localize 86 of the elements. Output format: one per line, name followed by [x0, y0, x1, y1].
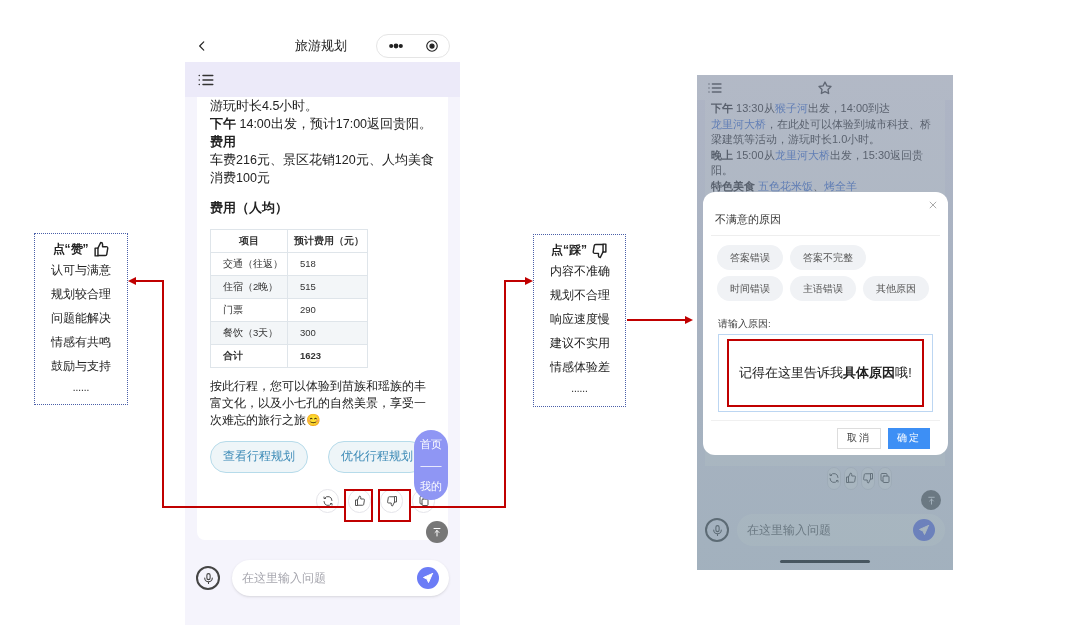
- table-cell: 住宿（2晚）: [210, 275, 288, 299]
- thumbs-up-icon: [353, 495, 366, 507]
- scroll-top-button[interactable]: [426, 521, 448, 543]
- reason-chip[interactable]: 答案错误: [717, 244, 783, 270]
- answer-text: 晚上 15:00从龙里河大桥出发，15:30返回贵阳。: [711, 147, 925, 178]
- answer-text: 车费216元、景区花销120元、人均美食消费100元: [210, 152, 435, 187]
- note-item: 建议不实用: [549, 335, 610, 352]
- note-ellipsis: ......: [72, 381, 90, 395]
- note-ellipsis: ......: [571, 382, 588, 396]
- highlight-frame: [378, 489, 411, 522]
- thumbs-up-button[interactable]: [348, 489, 371, 513]
- thumbs-down-icon: [862, 472, 874, 484]
- highlight-frame: [344, 489, 373, 522]
- thumbs-up-button[interactable]: [844, 466, 858, 490]
- close-icon[interactable]: [928, 200, 938, 210]
- note-item: 规划不合理: [549, 287, 610, 304]
- table-cell: 交通（往返）: [210, 252, 288, 276]
- column-header: 项目: [210, 229, 288, 253]
- table-cell: 餐饮（3天）: [210, 321, 288, 345]
- closing-text: 按此行程，您可以体验到苗族和瑶族的丰富文化，以及小七孔的自然美景，享受一次难忘的旅行之旅😊: [210, 378, 427, 429]
- connector-arrow: [626, 316, 693, 324]
- thumbs-down-icon: [591, 241, 608, 259]
- question-input[interactable]: 在这里输入问题: [232, 560, 449, 596]
- section-heading: 费用（人均）: [210, 200, 289, 217]
- column-header: 预计费用（元）: [287, 229, 368, 253]
- copy-icon: [417, 495, 430, 507]
- more-icon[interactable]: [387, 42, 404, 50]
- target-icon[interactable]: [424, 39, 439, 53]
- table-cell: 1623: [287, 344, 368, 368]
- cancel-button[interactable]: 取消: [837, 428, 881, 449]
- note-item: 问题能解决: [51, 310, 111, 327]
- microphone-button[interactable]: [196, 566, 220, 590]
- table-cell: 合计: [210, 344, 288, 368]
- microphone-icon: [201, 571, 215, 585]
- refresh-icon: [828, 472, 840, 484]
- thumbs-down-button[interactable]: [380, 489, 403, 513]
- screen-title: 旅游规划: [295, 37, 347, 56]
- place-link[interactable]: 猴子河: [774, 102, 808, 114]
- microphone-icon: [710, 523, 724, 537]
- refresh-icon: [321, 495, 334, 507]
- input-label: 请输入原因:: [718, 316, 772, 331]
- place-link[interactable]: 烤全羊: [824, 179, 858, 192]
- dialog-title: 不满意的原因: [715, 212, 782, 227]
- copy-icon: [879, 472, 891, 484]
- refresh-button[interactable]: [316, 489, 339, 513]
- reason-input[interactable]: 记得在这里告诉我具体原因哦!: [718, 334, 933, 412]
- nav-label[interactable]: 我的: [420, 479, 442, 492]
- answer-text: 游玩时长4.5小时。: [210, 98, 320, 115]
- table-cell: 300: [287, 321, 368, 345]
- reason-chip[interactable]: 主语错误: [790, 275, 856, 301]
- reason-chip[interactable]: 时间错误: [717, 275, 783, 301]
- reason-chip[interactable]: 其他原因: [863, 275, 929, 301]
- confirm-button[interactable]: 确定: [888, 428, 930, 449]
- arrow-up-icon: [925, 494, 937, 506]
- reason-chip[interactable]: 答案不完整: [790, 244, 866, 270]
- thumbs-up-icon: [92, 240, 110, 258]
- note-item: 规划较合理: [51, 286, 111, 303]
- note-item: 情感体验差: [549, 359, 610, 376]
- send-button[interactable]: [417, 567, 439, 589]
- table-cell: 518: [287, 252, 368, 276]
- thumbs-down-icon: [385, 495, 398, 507]
- note-heading: 点“赞”: [52, 241, 89, 258]
- send-icon: [918, 524, 930, 536]
- answer-text: 特色美食 五色花米饭、烤全羊: [711, 178, 859, 194]
- arrow-up-icon: [431, 526, 443, 538]
- place-link[interactable]: 龙里河大桥: [774, 148, 830, 161]
- input-value: 记得在这里告诉我具体原因哦!: [739, 364, 912, 382]
- thumbs-up-icon: [845, 472, 857, 484]
- table-cell: 门票: [210, 298, 288, 322]
- answer-text: 下午 14:00出发，预计17:00返回贵阳。: [210, 116, 434, 133]
- note-heading: 点“踩”: [551, 242, 587, 259]
- answer-text: 费用: [210, 134, 237, 151]
- star-icon[interactable]: [817, 79, 833, 96]
- input-placeholder: 在这里输入问题: [242, 570, 326, 587]
- note-item: 鼓励与支持: [51, 358, 111, 375]
- note-item: 响应速度慢: [549, 311, 610, 328]
- answer-text: 下午 13:30从猴子河出发，14:00到达 龙里河大桥，在此处可以体验到城市科技、桥梁建筑等活动，游玩时长1.0小时。: [711, 101, 932, 147]
- thumbs-down-button[interactable]: [861, 466, 875, 490]
- note-item: 认可与满意: [51, 262, 111, 279]
- table-cell: 515: [287, 275, 368, 299]
- place-link[interactable]: 龙里河大桥: [711, 117, 766, 130]
- note-item: 内容不准确: [549, 263, 610, 280]
- note-item: 情感有共鸣: [51, 334, 111, 351]
- send-icon: [422, 572, 434, 584]
- suggestion-chip[interactable]: 查看行程规划: [210, 441, 308, 473]
- table-cell: 290: [287, 298, 368, 322]
